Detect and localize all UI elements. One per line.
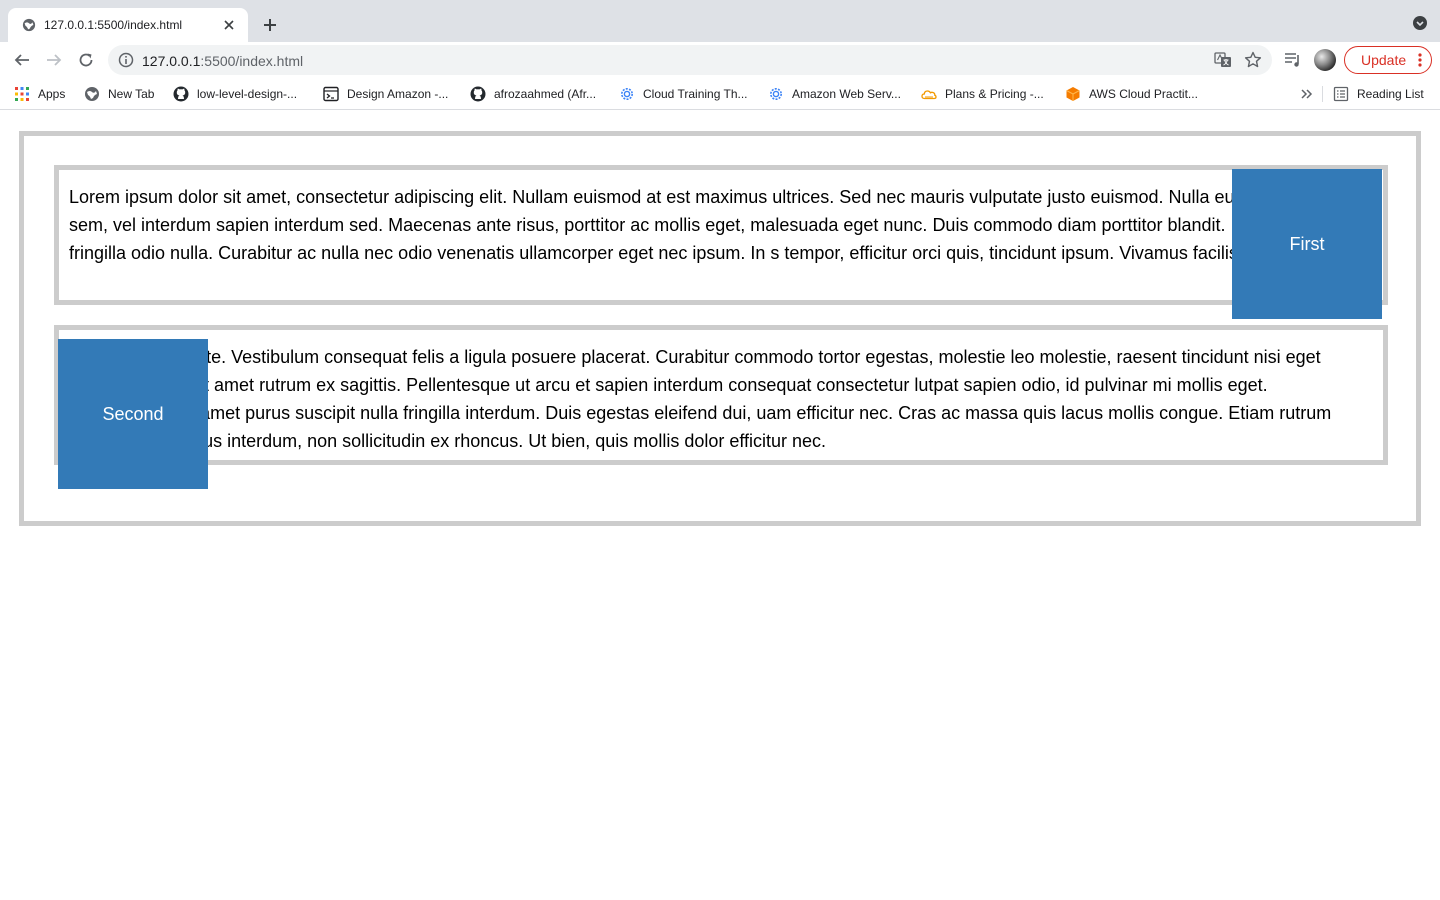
profile-avatar[interactable] (1314, 49, 1336, 71)
bookmark-cloud-training[interactable]: Cloud Training Th... (619, 86, 748, 102)
back-button[interactable] (10, 48, 34, 72)
github-icon (470, 86, 486, 102)
update-button[interactable]: Update (1344, 46, 1432, 74)
globe-icon (22, 18, 36, 32)
bookmarks-bar: Apps New Tab low-level-design-... Design… (0, 78, 1440, 110)
second-label: Second (102, 403, 164, 424)
bookmark-label: low-level-design-... (197, 87, 298, 101)
bookmark-label: Amazon Web Serv... (792, 87, 901, 101)
arrow-left-icon (14, 54, 29, 66)
cloud-gear-icon (770, 88, 782, 100)
update-label: Update (1361, 52, 1407, 68)
bookmark-plans-pricing[interactable]: Plans & Pricing -... (921, 86, 1044, 102)
paragraph-second: nsectetur vulputate. Vestibulum consequa… (69, 347, 1332, 451)
first-square: First (1232, 169, 1382, 319)
cloud-gear-icon (621, 88, 633, 100)
bookmark-apps[interactable]: Apps (14, 86, 65, 102)
first-label: First (1289, 233, 1325, 254)
bookmark-label: Apps (38, 87, 66, 101)
reading-list-icon (1333, 86, 1349, 102)
cloud-outline-icon (921, 90, 937, 100)
bookmark-label: afrozaahmed (Afr... (494, 87, 597, 101)
github-icon (173, 86, 189, 102)
url-text[interactable]: 127.0.0.1:5500/index.html (142, 53, 303, 69)
plus-icon (264, 19, 276, 31)
bookmark-aws-cloud-practitioner[interactable]: AWS Cloud Practit... (1065, 86, 1198, 102)
apps-grid-icon (15, 87, 29, 101)
translate-icon[interactable] (1214, 51, 1232, 69)
globe-icon (85, 87, 99, 101)
page-viewport: Lorem ipsum dolor sit amet, consectetur … (0, 111, 1440, 900)
bookmark-label: Plans & Pricing -... (945, 87, 1044, 101)
bookmark-label: Cloud Training Th... (643, 87, 748, 101)
second-square: Second (58, 339, 208, 489)
bookmark-label: Design Amazon -... (347, 87, 449, 101)
close-tab-icon[interactable] (220, 16, 238, 34)
arrow-right-icon (47, 54, 62, 66)
terminal-icon (323, 86, 339, 102)
outer-container: Lorem ipsum dolor sit amet, consectetur … (19, 131, 1421, 526)
bookmark-star-icon[interactable] (1244, 51, 1262, 69)
bookmark-new-tab[interactable]: New Tab (84, 86, 154, 102)
reading-list-button[interactable]: Reading List (1333, 86, 1424, 102)
bookmark-amazon-web-services[interactable]: Amazon Web Serv... (768, 86, 901, 102)
browser-toolbar: 127.0.0.1:5500/index.html Update (0, 42, 1440, 78)
forward-button[interactable] (42, 48, 66, 72)
bookmarks-divider (1322, 86, 1323, 102)
reload-button[interactable] (74, 48, 98, 72)
text-box-second: nsectetur vulputate. Vestibulum consequa… (54, 325, 1388, 465)
tab-strip: 127.0.0.1:5500/index.html (0, 0, 1440, 42)
new-tab-button[interactable] (258, 13, 282, 37)
browser-tab[interactable]: 127.0.0.1:5500/index.html (8, 8, 248, 42)
more-vertical-icon (1418, 53, 1422, 67)
bookmark-label: New Tab (108, 87, 155, 101)
tab-title: 127.0.0.1:5500/index.html (44, 18, 183, 32)
tab-search-icon[interactable] (1412, 15, 1428, 31)
reload-icon (79, 53, 93, 67)
url-host: 127.0.0.1 (142, 53, 201, 69)
chevron-double-right-icon[interactable] (1298, 86, 1314, 102)
url-path: :5500/index.html (200, 53, 304, 69)
bookmark-design-amazon[interactable]: Design Amazon -... (323, 86, 448, 102)
bookmark-label: AWS Cloud Practit... (1089, 87, 1198, 101)
bookmark-afrozaahmed[interactable]: afrozaahmed (Afr... (470, 86, 596, 102)
address-bar[interactable]: 127.0.0.1:5500/index.html (108, 45, 1272, 75)
text-box-first: Lorem ipsum dolor sit amet, consectetur … (54, 165, 1388, 305)
aws-cube-icon (1066, 87, 1080, 101)
paragraph-first: Lorem ipsum dolor sit amet, consectetur … (69, 187, 1358, 263)
info-icon[interactable] (118, 52, 134, 68)
bookmark-low-level-design[interactable]: low-level-design-... (173, 86, 297, 102)
media-control-icon[interactable] (1284, 51, 1302, 69)
reading-list-label: Reading List (1357, 87, 1424, 101)
